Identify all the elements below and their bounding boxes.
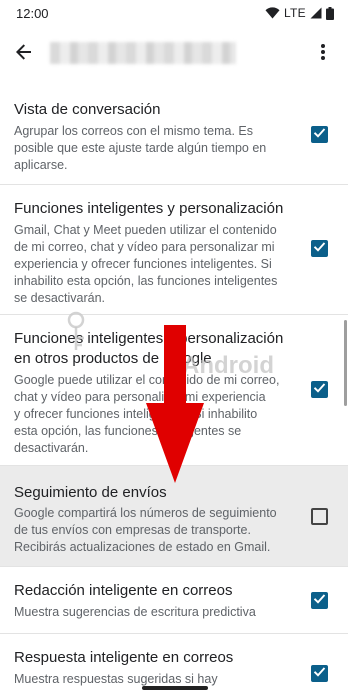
more-vert-icon: [321, 43, 325, 65]
setting-conversation-view[interactable]: Vista de conversación Agrupar los correo…: [0, 86, 348, 185]
arrow-back-icon: [15, 43, 33, 66]
setting-description: Google compartirá los números de seguimi…: [14, 506, 277, 554]
check-icon: [313, 665, 326, 683]
checkbox-unchecked[interactable]: [311, 508, 328, 525]
check-icon: [313, 592, 326, 610]
checkbox-checked[interactable]: [311, 126, 328, 143]
setting-description: Muestra sugerencias de escritura predict…: [14, 605, 256, 619]
gesture-navigation-bar[interactable]: [142, 686, 208, 690]
scrollbar[interactable]: [344, 320, 347, 406]
checkbox-checked[interactable]: [311, 381, 328, 398]
checkbox-checked[interactable]: [311, 240, 328, 257]
status-icons: LTE: [265, 6, 334, 20]
setting-smart-features[interactable]: Funciones inteligentes y personalización…: [0, 185, 348, 315]
back-button[interactable]: [10, 40, 38, 68]
status-bar: 12:00 LTE: [0, 0, 348, 28]
check-icon: [313, 240, 326, 258]
signal-icon: [310, 7, 322, 19]
blurred-account-name: [50, 42, 236, 64]
check-icon: [313, 126, 326, 144]
battery-icon: [326, 6, 334, 20]
wifi-icon: [265, 7, 280, 19]
checkbox-checked[interactable]: [311, 592, 328, 609]
setting-title: Funciones inteligentes y personalización: [14, 200, 284, 217]
setting-smart-compose[interactable]: Redacción inteligente en correos Muestra…: [0, 567, 348, 634]
app-bar: [0, 28, 348, 80]
setting-title: Redacción inteligente en correos: [14, 582, 233, 599]
network-type: LTE: [283, 6, 306, 20]
setting-description: Gmail, Chat y Meet pueden utilizar el co…: [14, 223, 278, 305]
setting-description: Agrupar los correos con el mismo tema. E…: [14, 124, 267, 172]
setting-title: Vista de conversación: [14, 101, 161, 118]
more-options-button[interactable]: [312, 40, 334, 68]
setting-title: Respuesta inteligente en correos: [14, 649, 234, 666]
check-icon: [313, 381, 326, 399]
status-time: 12:00: [16, 6, 49, 21]
checkbox-checked[interactable]: [311, 665, 328, 682]
red-down-arrow-icon: [140, 325, 210, 490]
